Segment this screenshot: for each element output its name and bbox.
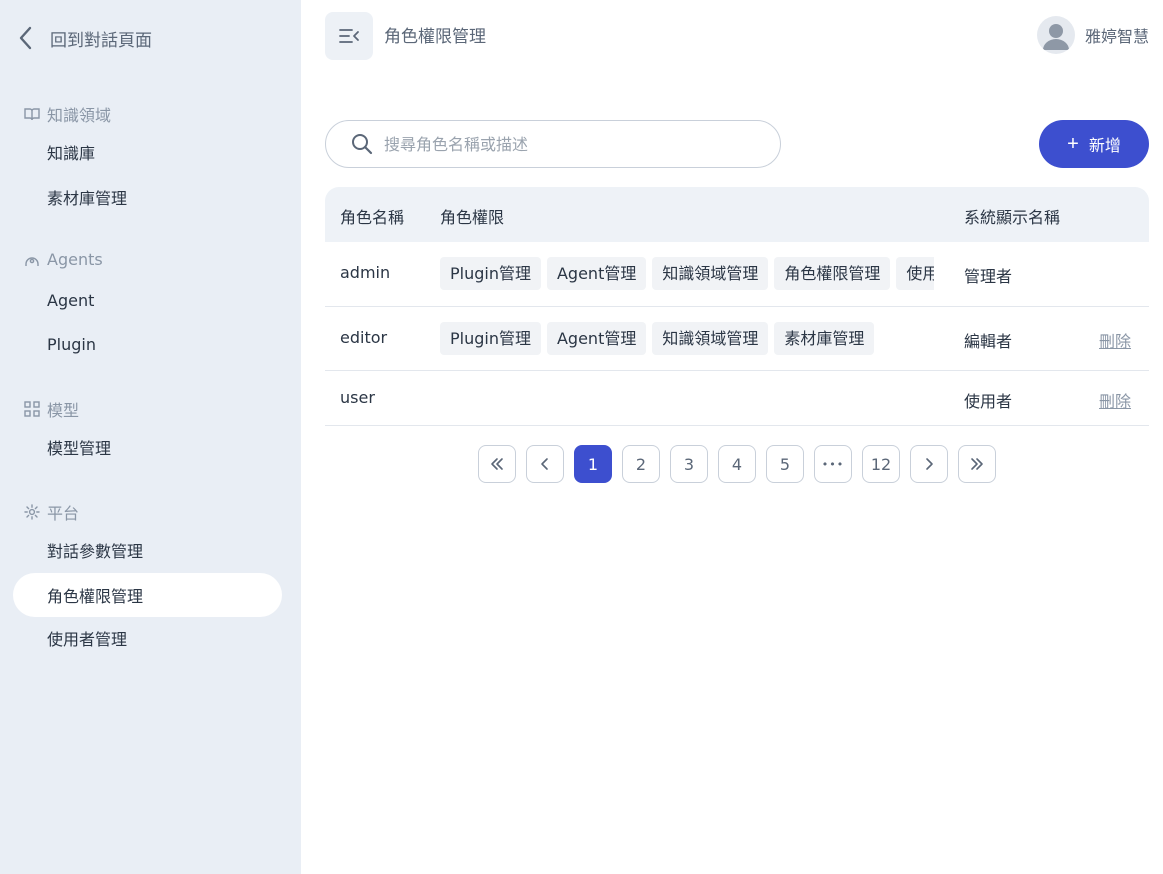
column-header-role-name: 角色名稱 <box>340 208 405 227</box>
back-to-chat-label: 回到對話頁面 <box>50 30 152 51</box>
group-title: 知識領域 <box>47 106 112 125</box>
permissions-cell: Plugin管理 Agent管理 知識領域管理 角色權限管理 使用者管理 <box>440 257 934 290</box>
display-name-cell: 編輯者 <box>964 332 1013 351</box>
role-name-cell: user <box>340 388 375 407</box>
page-button[interactable]: 4 <box>718 445 756 483</box>
user-menu[interactable]: 雅婷智慧 <box>1036 16 1149 54</box>
page-button[interactable]: 12 <box>862 445 900 483</box>
double-chevron-right-icon <box>971 458 983 470</box>
permission-tag: Plugin管理 <box>440 257 541 290</box>
sidebar: 回到對話頁面 知識領域 知識庫 素材庫管理 Agents Agent Plugi… <box>0 0 301 874</box>
permission-tag: 知識領域管理 <box>652 322 769 355</box>
last-page-button[interactable] <box>958 445 996 483</box>
table-header: 角色名稱 角色權限 系統顯示名稱 <box>325 187 1149 242</box>
group-title: 模型 <box>47 401 80 420</box>
group-header-model: 模型 <box>23 397 79 421</box>
agent-icon <box>25 256 39 266</box>
sidebar-item-label: 對話參數管理 <box>47 542 144 561</box>
book-icon <box>24 108 40 121</box>
table-row: admin Plugin管理 Agent管理 知識領域管理 角色權限管理 使用者… <box>325 242 1149 307</box>
sidebar-item-label: 知識庫 <box>47 144 96 163</box>
page-button[interactable]: 2 <box>622 445 660 483</box>
group-title: Agents <box>47 250 103 269</box>
plus-icon: + <box>1067 133 1079 155</box>
sidebar-item-label: 角色權限管理 <box>47 587 144 606</box>
permission-tag: Agent管理 <box>546 322 647 355</box>
column-header-display-name: 系統顯示名稱 <box>964 208 1061 227</box>
page-button[interactable]: 3 <box>670 445 708 483</box>
sidebar-item-chat-params[interactable]: 對話參數管理 <box>13 528 282 572</box>
page-button[interactable]: 5 <box>766 445 804 483</box>
prev-page-button[interactable] <box>526 445 564 483</box>
permission-tag: 使用者管理 <box>896 257 934 290</box>
sidebar-item-asset-library[interactable]: 素材庫管理 <box>13 175 282 219</box>
sidebar-item-knowledge-base[interactable]: 知識庫 <box>13 130 282 174</box>
first-page-button[interactable] <box>478 445 516 483</box>
permission-tag: Agent管理 <box>546 257 647 290</box>
group-header-platform: 平台 <box>23 500 79 524</box>
display-name-cell: 使用者 <box>964 392 1013 411</box>
roles-table: 角色名稱 角色權限 系統顯示名稱 admin Plugin管理 Agent管理 … <box>325 187 1149 426</box>
user-icon <box>1042 24 1069 50</box>
sidebar-item-label: Agent <box>47 290 95 310</box>
table-row: user 使用者 刪除 <box>325 371 1149 426</box>
permission-tag: 素材庫管理 <box>774 322 875 355</box>
back-to-chat-link[interactable]: 回到對話頁面 <box>16 22 152 54</box>
search-box <box>325 120 781 168</box>
sidebar-item-role-permissions[interactable]: 角色權限管理 <box>13 573 282 617</box>
add-button-label: 新增 <box>1088 138 1121 155</box>
search-input[interactable] <box>384 134 764 154</box>
sidebar-item-label: 模型管理 <box>47 439 112 458</box>
sidebar-item-label: 素材庫管理 <box>47 189 128 208</box>
avatar <box>1036 16 1075 54</box>
display-name-cell: 管理者 <box>964 267 1013 286</box>
permissions-cell: Plugin管理 Agent管理 知識領域管理 素材庫管理 <box>440 322 934 355</box>
gear-icon <box>24 504 40 520</box>
group-header-knowledge: 知識領域 <box>23 102 111 126</box>
pagination: 1 2 3 4 5 ••• 12 <box>478 445 996 483</box>
sidebar-item-plugin[interactable]: Plugin <box>13 322 282 366</box>
menu-toggle-button[interactable] <box>325 12 373 60</box>
role-name-cell: admin <box>340 263 391 282</box>
chevron-left-icon <box>541 458 548 470</box>
page-button[interactable]: 1 <box>574 445 612 483</box>
sidebar-item-model-management[interactable]: 模型管理 <box>13 425 282 469</box>
sidebar-item-label: 使用者管理 <box>47 630 128 649</box>
permission-tag: 知識領域管理 <box>652 257 769 290</box>
search-icon <box>352 134 373 155</box>
table-row: editor Plugin管理 Agent管理 知識領域管理 素材庫管理 編輯者… <box>325 307 1149 371</box>
sidebar-item-label: Plugin <box>47 334 96 354</box>
next-page-button[interactable] <box>910 445 948 483</box>
column-header-permissions: 角色權限 <box>440 208 505 227</box>
user-name: 雅婷智慧 <box>1084 27 1149 46</box>
page-title: 角色權限管理 <box>384 27 486 47</box>
sidebar-item-user-management[interactable]: 使用者管理 <box>13 616 282 660</box>
role-name-cell: editor <box>340 328 388 347</box>
chevron-left-icon <box>19 26 32 50</box>
delete-link[interactable]: 刪除 <box>1099 328 1131 352</box>
double-chevron-left-icon <box>491 458 503 470</box>
menu-collapse-icon <box>339 29 359 43</box>
page-ellipsis-button[interactable]: ••• <box>814 445 852 483</box>
group-title: 平台 <box>47 504 80 523</box>
delete-link[interactable]: 刪除 <box>1099 388 1131 412</box>
grid-icon <box>24 401 40 417</box>
permission-tag: Plugin管理 <box>440 322 541 355</box>
sidebar-item-agent[interactable]: Agent <box>13 278 282 322</box>
permission-tag: 角色權限管理 <box>774 257 891 290</box>
group-header-agents: Agents <box>23 250 103 269</box>
add-role-button[interactable]: + 新增 <box>1039 120 1149 168</box>
chevron-right-icon <box>926 458 933 470</box>
